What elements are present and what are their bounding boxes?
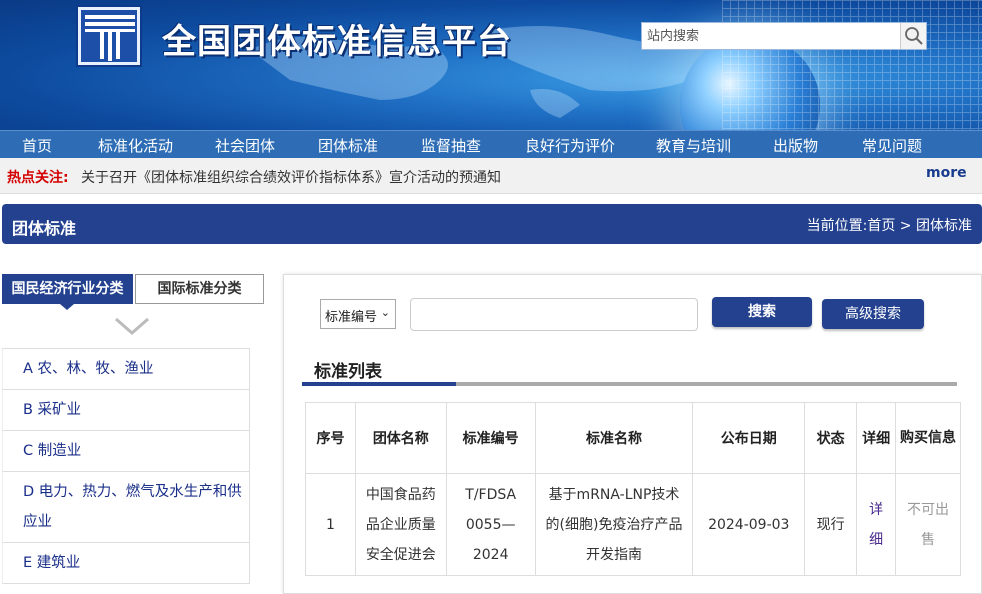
tab-industry-classification[interactable]: 国民经济行业分类 xyxy=(2,274,133,310)
category-item[interactable]: E 建筑业 xyxy=(2,543,250,584)
hot-topic-link[interactable]: 关于召开《团体标准组织综合绩效评价指标体系》宣介活动的预通知 xyxy=(81,167,501,187)
advanced-search-button[interactable]: 高级搜索 xyxy=(822,299,924,329)
cell-org: 中国食品药品企业质量安全促进会 xyxy=(354,473,447,576)
search-submit-button[interactable]: 搜索 xyxy=(712,297,812,327)
hot-topics-bar: 热点关注: 关于召开《团体标准组织综合绩效评价指标体系》宣介活动的预通知 mor… xyxy=(0,158,982,194)
site-title: 全国团体标准信息平台 xyxy=(162,22,512,62)
logo-t-icon xyxy=(85,15,135,61)
cell-code: T/FDSA 0055—2024 xyxy=(445,473,536,576)
table-header-row: 序号 团体名称 标准编号 标准名称 公布日期 状态 详细 购买信息 xyxy=(305,402,961,474)
category-item[interactable]: C 制造业 xyxy=(2,431,250,472)
standards-table: 序号 团体名称 标准编号 标准名称 公布日期 状态 详细 购买信息 1 中国食品… xyxy=(305,402,961,576)
cell-date: 2024-09-03 xyxy=(692,473,806,576)
hot-label: 热点关注: xyxy=(7,170,69,186)
cell-status: 现行 xyxy=(804,473,858,576)
section-header: 团体标准 当前位置:首页 > 团体标准 xyxy=(2,204,982,244)
col-header: 序号 xyxy=(305,402,356,474)
cell-name: 基于mRNA-LNP技术的(细胞)免疫治疗产品开发指南 xyxy=(534,473,694,576)
search-field-select[interactable]: 标准编号 ⌄ xyxy=(320,299,396,329)
nav-item-supervision[interactable]: 监督抽查 xyxy=(421,135,481,156)
caret-down-icon: ⌄ xyxy=(380,306,390,319)
standards-panel: 标准编号 ⌄ 搜索 高级搜索 标准列表 序号 团体名称 标准编号 标准名称 公布… xyxy=(283,274,982,594)
breadcrumb: 当前位置:首页 > 团体标准 xyxy=(806,218,972,234)
nav-item-standardization[interactable]: 标准化活动 xyxy=(98,135,173,156)
col-header: 详细 xyxy=(856,402,897,474)
nav-item-home[interactable]: 首页 xyxy=(22,135,52,156)
detail-link[interactable]: 详细 xyxy=(856,473,897,576)
table-row: 1 中国食品药品企业质量安全促进会 T/FDSA 0055—2024 基于mRN… xyxy=(305,473,961,576)
cell-buy: 不可出售 xyxy=(895,473,961,576)
nav-item-education[interactable]: 教育与培训 xyxy=(656,135,731,156)
page-title: 团体标准 xyxy=(12,219,77,238)
col-header: 状态 xyxy=(804,402,858,474)
site-search-input[interactable] xyxy=(642,23,900,49)
site-banner: 全国团体标准信息平台 xyxy=(0,0,982,130)
nav-item-organizations[interactable]: 社会团体 xyxy=(215,135,275,156)
col-header: 购买信息 xyxy=(895,402,961,474)
site-logo[interactable] xyxy=(78,7,140,65)
col-header: 团体名称 xyxy=(354,402,447,474)
title-underline xyxy=(302,382,456,386)
col-header: 标准编号 xyxy=(445,402,536,474)
main-nav: 首页 标准化活动 社会团体 团体标准 监督抽查 良好行为评价 教育与培训 出版物… xyxy=(0,130,982,158)
col-header: 标准名称 xyxy=(534,402,694,474)
keyword-input[interactable] xyxy=(410,298,698,331)
search-button[interactable] xyxy=(900,23,926,49)
category-item[interactable]: D 电力、热力、燃气及水生产和供应业 xyxy=(2,472,250,543)
select-value: 标准编号 xyxy=(325,310,378,325)
category-item[interactable]: A 农、林、牧、渔业 xyxy=(2,349,250,390)
col-header: 公布日期 xyxy=(692,402,806,474)
tab-international-classification[interactable]: 国际标准分类 xyxy=(135,274,264,304)
grid-pattern xyxy=(722,0,982,130)
more-link[interactable]: more xyxy=(926,165,967,181)
nav-item-evaluation[interactable]: 良好行为评价 xyxy=(525,135,615,156)
nav-item-faq[interactable]: 常见问题 xyxy=(862,135,922,156)
site-search xyxy=(641,22,927,50)
nav-item-group-standards[interactable]: 团体标准 xyxy=(318,135,378,156)
chevron-down-icon[interactable] xyxy=(114,316,150,336)
search-icon xyxy=(905,27,923,45)
nav-item-publications[interactable]: 出版物 xyxy=(773,135,818,156)
cell-no: 1 xyxy=(305,473,356,576)
category-item[interactable]: B 采矿业 xyxy=(2,390,250,431)
category-list: A 农、林、牧、渔业 B 采矿业 C 制造业 D 电力、热力、燃气及水生产和供应… xyxy=(2,348,250,584)
list-title: 标准列表 xyxy=(314,362,382,382)
